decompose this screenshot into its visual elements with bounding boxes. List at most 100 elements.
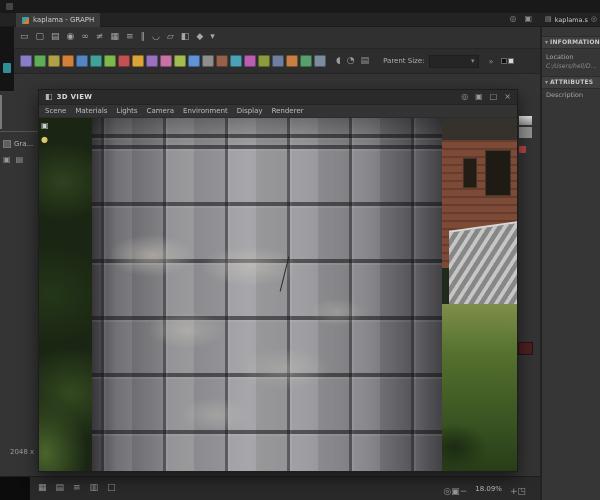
node-color-swatch[interactable] (160, 55, 172, 67)
substance-designer-app: kaplama - GRAPH ◎ ▣ ▭ ▢ ▤ ◉ ∞ ≠ ▦ ≡ ∥ ◡ ▱ ◧ ◆ ▾ ◖ ◔ ▤ Pa… (0, 0, 600, 500)
color-pair-icon[interactable] (501, 58, 515, 64)
grid-snap-icon[interactable]: ▦ (110, 33, 119, 42)
tab-graph[interactable]: kaplama - GRAPH (16, 13, 101, 27)
node-preview-swatch[interactable] (518, 342, 533, 355)
node-thumbnail[interactable] (519, 116, 532, 125)
dock-icon[interactable]: ▣ (475, 93, 483, 101)
fullscreen-icon[interactable]: ◳ (517, 488, 526, 497)
menu-scene[interactable]: Scene (45, 107, 66, 115)
node-color-swatch[interactable] (300, 55, 312, 67)
node-color-swatch[interactable] (314, 55, 326, 67)
dock-accent-icon[interactable] (3, 63, 11, 73)
menu-environment[interactable]: Environment (183, 107, 228, 115)
node-color-swatch[interactable] (174, 55, 186, 67)
close-icon[interactable]: × (504, 93, 511, 101)
panel-edge-highlight (0, 95, 2, 129)
node-toolbar-extra-icons: ◖ ◔ ▤ (336, 56, 370, 66)
list-view-icon[interactable]: ≡ (73, 484, 81, 493)
maximize-icon[interactable]: □ (490, 93, 498, 101)
attributes-section-header[interactable]: ▾ ATTRIBUTES (542, 76, 600, 89)
node-color-swatch[interactable] (104, 55, 116, 67)
zoom-out-icon[interactable]: − (460, 488, 468, 497)
node-color-swatch[interactable] (272, 55, 284, 67)
panel-divider (0, 131, 38, 132)
select-icon[interactable]: ▭ (20, 33, 29, 42)
material-mode-icon[interactable]: ◧ (181, 33, 190, 42)
node-color-swatch[interactable] (20, 55, 32, 67)
menu-lights[interactable]: Lights (116, 107, 137, 115)
pin-icon[interactable]: ◎ (461, 93, 468, 101)
node-color-swatch[interactable] (202, 55, 214, 67)
toolbar-overflow-chevron[interactable]: » (489, 57, 494, 66)
node-color-swatch[interactable] (286, 55, 298, 67)
pin-note-icon[interactable]: ◉ (67, 33, 75, 42)
node-color-swatch[interactable] (216, 55, 228, 67)
thumbnail-view-icon[interactable]: ▤ (56, 484, 65, 493)
chevron-down-icon: ▾ (545, 79, 549, 86)
node-color-swatch[interactable] (132, 55, 144, 67)
node-color-swatch[interactable] (76, 55, 88, 67)
graph-list-icon[interactable]: ▣ (3, 156, 11, 164)
zoom-in-icon[interactable]: + (510, 488, 518, 497)
3d-view-title: 3D VIEW (56, 93, 93, 101)
bell-icon[interactable]: ◔ (347, 56, 355, 66)
magnet-icon[interactable]: ◡ (152, 33, 160, 42)
draw-icon[interactable]: ▱ (167, 33, 174, 42)
node-color-swatch[interactable] (188, 55, 200, 67)
3d-viewport[interactable]: ▣ ● (39, 118, 517, 471)
node-color-swatch[interactable] (230, 55, 242, 67)
graph-panel-label: Gra... (14, 140, 34, 148)
comment-icon[interactable]: ▤ (51, 33, 60, 42)
layout-icon[interactable]: ▣ (524, 15, 532, 23)
toolbar-options-icon[interactable]: ▾ (210, 33, 215, 42)
node-color-swatch[interactable] (146, 55, 158, 67)
menu-renderer[interactable]: Renderer (272, 107, 304, 115)
graph-tab-icon (22, 16, 29, 24)
parent-size-select[interactable]: ▾ (428, 54, 479, 68)
speaker-icon[interactable]: ◖ (336, 56, 341, 66)
pin-icon[interactable]: ◎ (591, 16, 597, 23)
window-top-strip (0, 0, 600, 13)
3d-view-titlebar[interactable]: ◧ 3D VIEW ◎ ▣ □ × (39, 90, 517, 105)
grid-view-icon[interactable]: ▦ (38, 484, 47, 493)
align-horizontal-icon[interactable]: ≡ (126, 33, 134, 42)
zoom-level-label: 18.09% (475, 484, 502, 493)
node-color-swatch[interactable] (48, 55, 60, 67)
compute-icon[interactable]: ◆ (196, 33, 203, 42)
graph-doc-icon (3, 140, 11, 148)
light-bulb-icon[interactable]: ● (41, 136, 49, 144)
folder-icon[interactable]: ▤ (16, 156, 24, 164)
frame-icon[interactable]: ▢ (36, 33, 45, 42)
node-color-swatch[interactable] (34, 55, 46, 67)
compact-view-icon[interactable]: ▥ (90, 484, 99, 493)
node-toolbar: ◖ ◔ ▤ Parent Size: ▾ » (0, 49, 540, 74)
layers-icon[interactable]: ▤ (361, 56, 370, 66)
explorer-tab-bar[interactable]: ▤ kaplama.sbs ◎ (542, 13, 600, 27)
unlink-icon[interactable]: ≠ (96, 33, 104, 42)
node-color-swatch[interactable] (62, 55, 74, 67)
node-color-swatch[interactable] (118, 55, 130, 67)
node-color-swatch[interactable] (244, 55, 256, 67)
preview-icon[interactable]: □ (107, 484, 116, 493)
graph-panel-tab[interactable]: Gra... (3, 140, 39, 148)
node-color-swatch[interactable] (258, 55, 270, 67)
align-vertical-icon[interactable]: ∥ (141, 33, 146, 42)
fit-view-icon[interactable]: ▣ (451, 488, 460, 497)
menu-camera[interactable]: Camera (147, 107, 174, 115)
plaster-patches (92, 118, 442, 471)
focus-icon[interactable]: ◎ (443, 488, 451, 497)
3d-view-window: ◧ 3D VIEW ◎ ▣ □ × Scene Materials Lights Camer… (38, 89, 518, 472)
display-toggle-icon[interactable]: ▣ (41, 122, 49, 130)
link-mode-icon[interactable]: ∞ (81, 33, 89, 42)
node-palette (20, 55, 326, 67)
attributes-header-label: ATTRIBUTES (550, 79, 594, 86)
information-section-header[interactable]: ▾ INFORMATION (542, 36, 600, 49)
menu-materials[interactable]: Materials (75, 107, 107, 115)
zoom-controls: ◎▣− 18.09% +◳ (443, 479, 526, 498)
menu-display[interactable]: Display (237, 107, 263, 115)
pin-icon[interactable]: ◎ (509, 15, 516, 23)
node-thumbnail[interactable] (519, 127, 532, 138)
explorer-panel: ▤ kaplama.sbs ◎ ▾ INFORMATION Location C… (540, 0, 600, 500)
location-value: C:/Users/hell/Desktop (546, 63, 598, 70)
node-color-swatch[interactable] (90, 55, 102, 67)
